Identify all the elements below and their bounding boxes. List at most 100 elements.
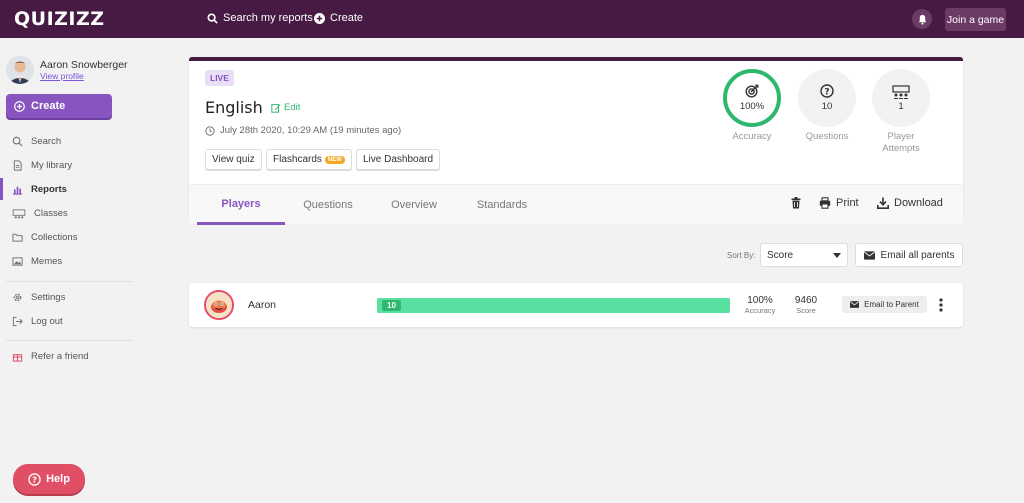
sidebar-item-label: My library [31,159,73,171]
player-score-label: Score [796,306,816,315]
profile: Aaron Snowberger View profile [6,56,128,84]
sidebar-item-my-library[interactable]: My library [12,156,122,174]
download-label: Download [894,197,943,209]
download-button[interactable]: Download [877,197,943,209]
sidebar-item-memes[interactable]: Memes [12,252,122,270]
player-score: 9460 Score [789,295,823,315]
sidebar-item-reports[interactable]: Reports [12,180,122,198]
more-options-button[interactable] [939,298,943,315]
flashcards-label: Flashcards [273,154,322,165]
attempts-label-line2: Attempts [882,143,920,154]
top-create-label: Create [330,12,364,24]
report-date-text: July 28th 2020, 10:29 AM (19 minutes ago… [220,125,402,136]
sidebar-item-collections[interactable]: Collections [12,228,122,246]
mail-icon [863,250,875,260]
quizizz-logo[interactable]: QUIZIZZ [14,8,105,30]
gift-icon [12,353,23,362]
correct-count: 10 [382,300,401,311]
create-label: Create [31,100,66,112]
view-profile-link[interactable]: View profile [40,71,128,81]
email-parent-button[interactable]: Email to Parent [842,296,927,313]
classes-icon [12,208,26,218]
sort-value: Score [767,249,794,261]
print-button[interactable]: Print [819,197,859,209]
live-dashboard-button[interactable]: Live Dashboard [356,149,441,170]
page-title: English [205,98,263,117]
gear-icon [13,293,22,301]
email-all-parents-button[interactable]: Email all parents [855,243,963,267]
tab-questions[interactable]: Questions [285,185,371,225]
sidebar-item-classes[interactable]: Classes [12,204,122,222]
sort-select[interactable]: Score [760,243,848,267]
sort-label: Sort By: [727,251,756,260]
help-icon: ? [28,472,41,486]
create-button[interactable]: Create [6,94,112,118]
trash-icon [791,197,801,209]
attempts-value: 1 [898,100,904,112]
new-badge: NEW [324,155,345,164]
plus-circle-icon [314,12,325,24]
sidebar-item-logout[interactable]: Log out [12,312,122,330]
delete-button[interactable] [791,197,806,209]
mail-icon [850,301,860,308]
avatar[interactable] [6,56,34,84]
profile-name: Aaron Snowberger [40,59,128,71]
flashcards-button[interactable]: Flashcards NEW [266,149,352,170]
join-game-button[interactable]: Join a game [945,8,1006,31]
email-all-label: Email all parents [880,249,955,261]
sidebar-item-search[interactable]: Search [12,132,122,150]
kebab-menu-icon [939,298,943,312]
sidebar-item-label: Reports [31,183,67,195]
svg-text:?: ? [824,87,829,97]
view-quiz-button[interactable]: View quiz [205,149,262,170]
attempts-circle: 1 [872,69,930,127]
tab-players[interactable]: Players [197,185,285,225]
questions-circle: ? 10 [798,69,856,127]
players-icon [892,84,910,99]
tab-overview[interactable]: Overview [371,185,457,225]
search-icon [12,136,23,147]
attempts-stat: 1 Player Attempts [871,69,931,155]
questions-value: 10 [821,101,833,112]
logout-icon [12,316,23,326]
image-icon [12,256,23,266]
notifications-button[interactable] [912,9,932,29]
player-progress-bar: 10 [377,298,730,313]
accuracy-stat: 100% Accuracy [722,69,782,143]
clock-icon [205,125,215,136]
report-card: LIVE English Edit July 28th 2020, 10:29 … [189,57,963,225]
player-avatar [204,290,234,320]
sidebar-item-refer-friend[interactable]: Refer a friend [12,347,122,365]
player-name: Aaron [248,299,277,311]
bell-icon [918,14,926,25]
sidebar-item-label: Refer a friend [31,350,89,362]
accuracy-label: Accuracy [732,131,772,142]
player-accuracy: 100% Accuracy [742,295,778,315]
search-icon [207,12,218,24]
player-accuracy-value: 100% [747,295,773,306]
caret-down-icon [833,253,841,258]
help-label: Help [46,473,70,485]
accuracy-circle: 100% [723,69,781,127]
printer-icon [819,197,831,209]
help-button[interactable]: ? Help [13,464,85,494]
search-reports-label: Search my reports [223,12,313,24]
top-create-link[interactable]: Create [314,12,363,24]
table-row[interactable]: Aaron 10 100% Accuracy 9460 Score Email … [189,283,963,327]
edit-icon [271,103,281,113]
tab-standards[interactable]: Standards [457,185,547,225]
edit-label: Edit [284,102,301,113]
sidebar-item-label: Memes [31,255,63,267]
player-score-value: 9460 [794,295,818,306]
sidebar-divider [6,340,132,341]
attempts-label-line1: Player [887,131,915,142]
top-bar: QUIZIZZ Search my reports Create Join a … [0,0,1024,38]
edit-button[interactable]: Edit [271,102,300,113]
question-icon: ? [820,84,834,98]
library-icon [13,159,22,171]
sidebar-item-settings[interactable]: Settings [12,288,122,306]
questions-stat: ? 10 Questions [797,69,857,143]
sidebar-item-label: Classes [34,207,68,219]
search-reports-link[interactable]: Search my reports [207,12,313,24]
active-nav-indicator [0,178,3,200]
